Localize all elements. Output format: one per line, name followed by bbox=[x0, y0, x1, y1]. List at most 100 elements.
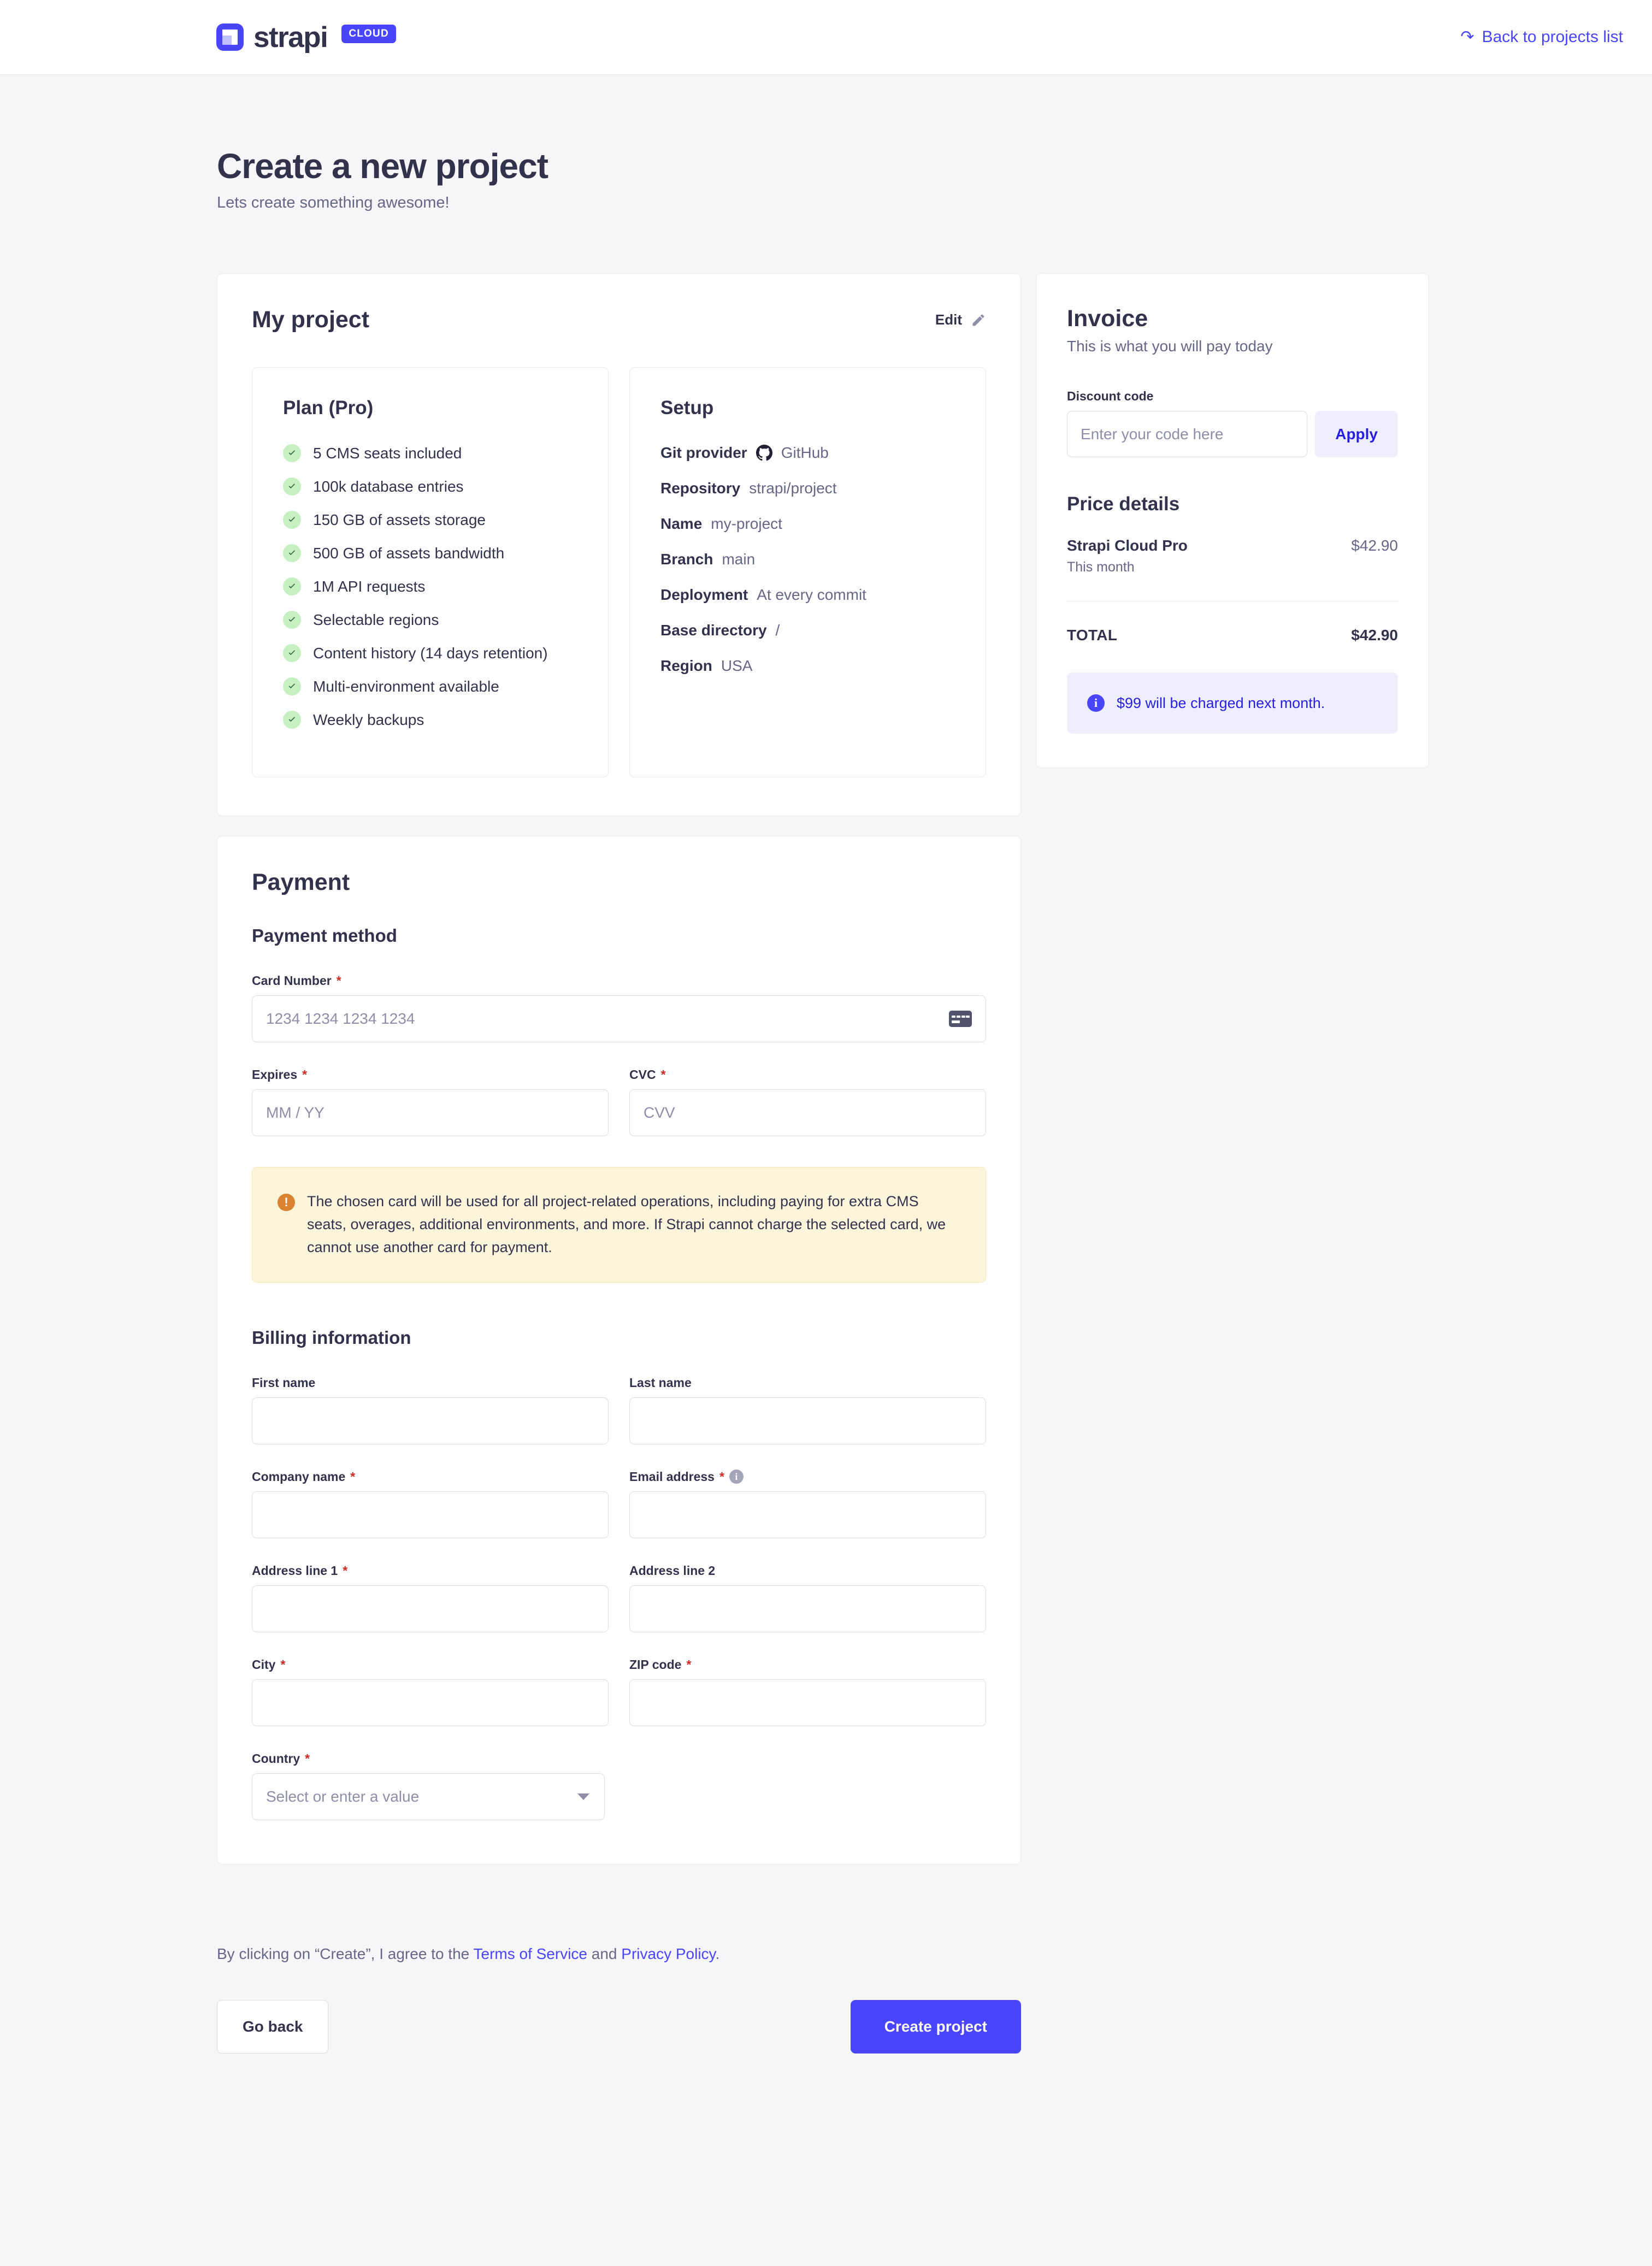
setup-row: Git provider GitHub bbox=[660, 444, 955, 462]
setup-row: Base directory / bbox=[660, 622, 955, 639]
address-line-2-input[interactable] bbox=[629, 1585, 986, 1632]
address-line-2-label: Address line 2 bbox=[629, 1563, 716, 1578]
setup-row-list: Git provider GitHub Repository strapi/proje… bbox=[660, 444, 955, 675]
price-line-item: Strapi Cloud Pro This month $42.90 bbox=[1067, 537, 1398, 575]
country-select[interactable]: Select or enter a value bbox=[252, 1773, 605, 1820]
required-marker: * bbox=[336, 973, 341, 988]
plan-feature-label: 100k database entries bbox=[313, 477, 464, 495]
company-name-input[interactable] bbox=[252, 1491, 609, 1538]
cvc-label: CVC * bbox=[629, 1067, 986, 1082]
cvc-group: CVC * bbox=[629, 1067, 986, 1136]
plan-feature-label: 500 GB of assets bandwidth bbox=[313, 544, 505, 562]
email-input[interactable] bbox=[629, 1491, 986, 1538]
setup-row: Name my-project bbox=[660, 515, 955, 533]
last-name-label: Last name bbox=[629, 1375, 692, 1390]
plan-feature-item: Multi-environment available bbox=[283, 677, 577, 695]
cvc-label-text: CVC bbox=[629, 1067, 656, 1082]
check-icon bbox=[283, 577, 301, 595]
email-label-text: Email address bbox=[629, 1469, 715, 1484]
terms-prefix: By clicking on “Create”, I agree to the bbox=[217, 1945, 474, 1962]
setup-key: Deployment bbox=[660, 586, 748, 603]
total-amount: $42.90 bbox=[1351, 627, 1398, 644]
go-back-button[interactable]: Go back bbox=[217, 1999, 329, 2053]
setup-title: Setup bbox=[660, 397, 714, 418]
plan-feature-label: Multi-environment available bbox=[313, 677, 499, 695]
back-to-projects-link[interactable]: ↷ Back to projects list bbox=[1460, 28, 1623, 46]
invoice-subtitle: This is what you will pay today bbox=[1067, 338, 1273, 355]
required-marker: * bbox=[686, 1657, 692, 1672]
required-marker: * bbox=[660, 1067, 666, 1082]
cvc-input[interactable] bbox=[629, 1089, 986, 1136]
setup-value: At every commit bbox=[757, 586, 866, 603]
page-title: Create a new project bbox=[217, 146, 548, 186]
setup-value: main bbox=[722, 551, 756, 568]
address-line-1-group: Address line 1 * bbox=[252, 1563, 609, 1632]
country-label: Country * bbox=[252, 1751, 605, 1766]
project-name: My project bbox=[252, 306, 370, 333]
required-marker: * bbox=[350, 1469, 356, 1484]
summary-subcards: Plan (Pro) 5 CMS seats included 100k data… bbox=[252, 367, 986, 777]
setup-key: Name bbox=[660, 515, 703, 532]
expires-input[interactable] bbox=[252, 1089, 609, 1136]
billing-information-title: Billing information bbox=[252, 1327, 411, 1348]
left-column: My project Edit Plan (Pro) 5 CMS seats i… bbox=[217, 273, 1021, 1864]
project-header: My project Edit bbox=[252, 306, 986, 333]
edit-label: Edit bbox=[935, 311, 962, 328]
setup-key: Branch bbox=[660, 551, 713, 568]
expires-label: Expires * bbox=[252, 1067, 609, 1082]
strapi-cloud-logo[interactable]: strapi CLOUD bbox=[216, 21, 396, 54]
footer-actions: Go back Create project bbox=[217, 1999, 1021, 2053]
next-month-charge-text: $99 will be charged next month. bbox=[1117, 694, 1325, 711]
line-item-note: This month bbox=[1067, 559, 1135, 575]
discount-code-input[interactable] bbox=[1067, 411, 1308, 457]
required-marker: * bbox=[343, 1563, 348, 1578]
plan-feature-item: 500 GB of assets bandwidth bbox=[283, 544, 577, 562]
city-input[interactable] bbox=[252, 1679, 609, 1726]
logo-wordmark: strapi bbox=[253, 21, 328, 54]
setup-row: Repository strapi/project bbox=[660, 480, 955, 497]
price-details-title: Price details bbox=[1067, 493, 1180, 515]
email-group: Email address * i bbox=[629, 1470, 986, 1538]
card-usage-warning: ! The chosen card will be used for all p… bbox=[252, 1167, 986, 1283]
setup-value: GitHub bbox=[781, 444, 829, 461]
check-icon bbox=[283, 444, 301, 462]
country-row: Country * Select or enter a value bbox=[252, 1751, 986, 1820]
city-label-text: City bbox=[252, 1657, 276, 1672]
terms-of-service-link[interactable]: Terms of Service bbox=[474, 1945, 588, 1962]
card-usage-warning-text: The chosen card will be used for all pro… bbox=[307, 1193, 946, 1255]
invoice-title: Invoice bbox=[1067, 305, 1148, 332]
zip-group: ZIP code * bbox=[629, 1657, 986, 1726]
info-icon[interactable]: i bbox=[729, 1470, 744, 1484]
invoice-card: Invoice This is what you will pay today … bbox=[1036, 273, 1429, 768]
privacy-policy-link[interactable]: Privacy Policy bbox=[621, 1945, 715, 1962]
address-line-1-label: Address line 1 * bbox=[252, 1563, 609, 1578]
create-project-button[interactable]: Create project bbox=[850, 1999, 1021, 2053]
expires-label-text: Expires bbox=[252, 1067, 298, 1082]
discount-code-group: Discount code Apply bbox=[1067, 389, 1398, 457]
address-line-1-label-text: Address line 1 bbox=[252, 1563, 338, 1578]
card-number-input[interactable] bbox=[252, 995, 986, 1042]
zip-code-input[interactable] bbox=[629, 1679, 986, 1726]
first-name-input[interactable] bbox=[252, 1397, 609, 1444]
top-bar: strapi CLOUD ↷ Back to projects list bbox=[0, 0, 1652, 75]
address-line-1-input[interactable] bbox=[252, 1585, 609, 1632]
email-label: Email address * i bbox=[629, 1470, 986, 1484]
invoice-total-row: TOTAL $42.90 bbox=[1067, 627, 1398, 644]
setup-row: Deployment At every commit bbox=[660, 586, 955, 604]
github-icon bbox=[756, 445, 772, 461]
setup-value: USA bbox=[721, 657, 753, 674]
next-month-charge-notice: i $99 will be charged next month. bbox=[1067, 672, 1398, 734]
country-select-value: Select or enter a value bbox=[266, 1787, 420, 1805]
strapi-logo-icon bbox=[216, 23, 244, 51]
page-subtitle: Lets create something awesome! bbox=[217, 194, 450, 211]
edit-project-button[interactable]: Edit bbox=[935, 311, 986, 328]
first-name-group: First name bbox=[252, 1376, 609, 1444]
setup-value: strapi/project bbox=[749, 480, 837, 497]
plan-title: Plan (Pro) bbox=[283, 397, 374, 418]
last-name-input[interactable] bbox=[629, 1397, 986, 1444]
pencil-icon bbox=[972, 314, 984, 326]
apply-discount-button[interactable]: Apply bbox=[1315, 411, 1398, 457]
name-row: First name Last name bbox=[252, 1376, 986, 1444]
plan-feature-list: 5 CMS seats included 100k database entrie… bbox=[283, 444, 577, 729]
setup-value: / bbox=[775, 622, 780, 639]
